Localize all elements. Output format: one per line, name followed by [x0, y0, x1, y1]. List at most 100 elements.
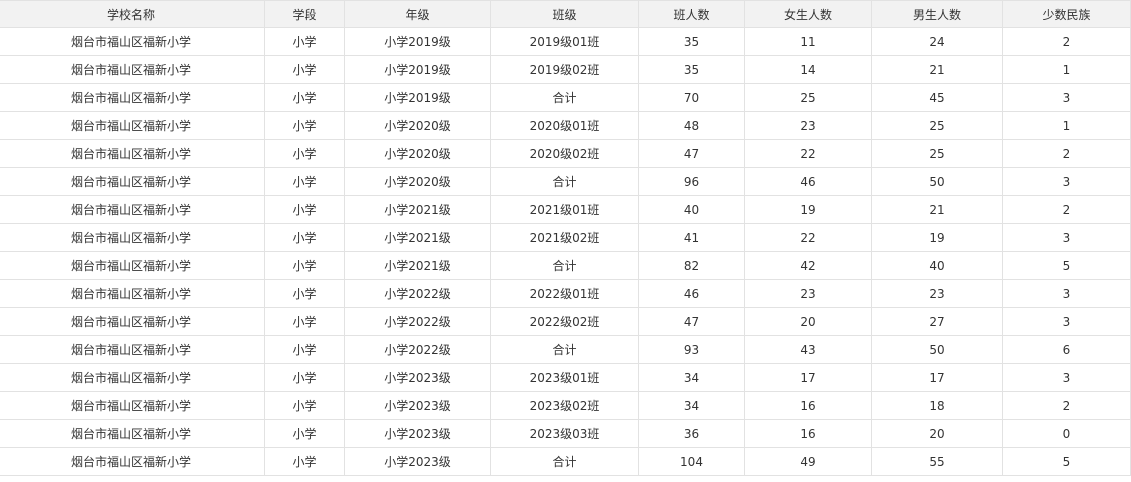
male-count-cell: 40 — [871, 251, 1003, 280]
table-row[interactable]: 烟台市福山区福新小学 小学 小学2020级 2020级02班 47 22 25 2 — [0, 139, 1131, 168]
table-row[interactable]: 烟台市福山区福新小学 小学 小学2021级 2021级01班 40 19 21 2 — [0, 195, 1131, 224]
class-cell: 2019级01班 — [490, 27, 639, 56]
male-count-cell: 20 — [871, 419, 1003, 448]
stage-cell: 小学 — [264, 391, 345, 420]
female-count-cell: 20 — [744, 307, 872, 336]
school-name-cell: 烟台市福山区福新小学 — [0, 27, 265, 56]
table-row[interactable]: 烟台市福山区福新小学 小学 小学2022级 合计 93 43 50 6 — [0, 335, 1131, 364]
class-size-cell: 104 — [638, 447, 745, 476]
male-count-cell: 23 — [871, 279, 1003, 308]
male-count-cell: 27 — [871, 307, 1003, 336]
female-count-cell: 25 — [744, 83, 872, 112]
grade-cell: 小学2021级 — [344, 223, 491, 252]
stage-cell: 小学 — [264, 363, 345, 392]
school-name-cell: 烟台市福山区福新小学 — [0, 111, 265, 140]
column-header-female-count[interactable]: 女生人数 — [744, 0, 872, 28]
female-count-cell: 23 — [744, 279, 872, 308]
grade-cell: 小学2019级 — [344, 27, 491, 56]
school-name-cell: 烟台市福山区福新小学 — [0, 447, 265, 476]
column-header-male-count[interactable]: 男生人数 — [871, 0, 1003, 28]
female-count-cell: 43 — [744, 335, 872, 364]
male-count-cell: 55 — [871, 447, 1003, 476]
ethnic-minority-cell: 5 — [1002, 251, 1131, 280]
column-header-stage[interactable]: 学段 — [264, 0, 345, 28]
school-name-cell: 烟台市福山区福新小学 — [0, 279, 265, 308]
table-row[interactable]: 烟台市福山区福新小学 小学 小学2023级 2023级03班 36 16 20 0 — [0, 419, 1131, 448]
data-grid: 学校名称 学段 年级 班级 班人数 女生人数 男生人数 少数民族 烟台市福山区福… — [0, 0, 1131, 482]
stage-cell: 小学 — [264, 307, 345, 336]
table-row[interactable]: 烟台市福山区福新小学 小学 小学2019级 合计 70 25 45 3 — [0, 83, 1131, 112]
stage-cell: 小学 — [264, 195, 345, 224]
table-row[interactable]: 烟台市福山区福新小学 小学 小学2022级 2022级02班 47 20 27 3 — [0, 307, 1131, 336]
ethnic-minority-cell: 3 — [1002, 307, 1131, 336]
table-row[interactable]: 烟台市福山区福新小学 小学 小学2021级 合计 82 42 40 5 — [0, 251, 1131, 280]
class-cell: 2020级01班 — [490, 111, 639, 140]
grade-cell: 小学2023级 — [344, 447, 491, 476]
ethnic-minority-cell: 0 — [1002, 419, 1131, 448]
female-count-cell: 16 — [744, 391, 872, 420]
stage-cell: 小学 — [264, 139, 345, 168]
school-name-cell: 烟台市福山区福新小学 — [0, 335, 265, 364]
ethnic-minority-cell: 1 — [1002, 55, 1131, 84]
table-row[interactable]: 烟台市福山区福新小学 小学 小学2019级 2019级02班 35 14 21 1 — [0, 55, 1131, 84]
stage-cell: 小学 — [264, 279, 345, 308]
class-cell: 合计 — [490, 447, 639, 476]
school-name-cell: 烟台市福山区福新小学 — [0, 419, 265, 448]
male-count-cell: 25 — [871, 139, 1003, 168]
table-row[interactable]: 烟台市福山区福新小学 小学 小学2020级 2020级01班 48 23 25 1 — [0, 111, 1131, 140]
class-cell: 2021级02班 — [490, 223, 639, 252]
class-cell: 合计 — [490, 167, 639, 196]
grade-cell: 小学2020级 — [344, 167, 491, 196]
column-header-grade[interactable]: 年级 — [344, 0, 491, 28]
class-size-cell: 48 — [638, 111, 745, 140]
grade-cell: 小学2020级 — [344, 139, 491, 168]
table-row[interactable]: 烟台市福山区福新小学 小学 小学2023级 2023级02班 34 16 18 2 — [0, 391, 1131, 420]
column-header-school-name[interactable]: 学校名称 — [0, 0, 265, 28]
table-row[interactable]: 烟台市福山区福新小学 小学 小学2022级 2022级01班 46 23 23 3 — [0, 279, 1131, 308]
class-size-cell: 46 — [638, 279, 745, 308]
class-cell: 2021级01班 — [490, 195, 639, 224]
male-count-cell: 19 — [871, 223, 1003, 252]
stage-cell: 小学 — [264, 27, 345, 56]
class-cell: 合计 — [490, 251, 639, 280]
female-count-cell: 11 — [744, 27, 872, 56]
grade-cell: 小学2019级 — [344, 55, 491, 84]
female-count-cell: 19 — [744, 195, 872, 224]
table-row[interactable]: 烟台市福山区福新小学 小学 小学2023级 2023级01班 34 17 17 3 — [0, 363, 1131, 392]
school-name-cell: 烟台市福山区福新小学 — [0, 195, 265, 224]
class-size-cell: 70 — [638, 83, 745, 112]
stage-cell: 小学 — [264, 83, 345, 112]
table-row[interactable]: 烟台市福山区福新小学 小学 小学2023级 合计 104 49 55 5 — [0, 447, 1131, 476]
column-header-class[interactable]: 班级 — [490, 0, 639, 28]
school-name-cell: 烟台市福山区福新小学 — [0, 251, 265, 280]
column-header-class-size[interactable]: 班人数 — [638, 0, 745, 28]
table-row[interactable]: 烟台市福山区福新小学 小学 小学2020级 合计 96 46 50 3 — [0, 167, 1131, 196]
class-size-cell: 36 — [638, 419, 745, 448]
class-cell: 2022级01班 — [490, 279, 639, 308]
class-cell: 合计 — [490, 83, 639, 112]
male-count-cell: 45 — [871, 83, 1003, 112]
stage-cell: 小学 — [264, 447, 345, 476]
table-row[interactable]: 烟台市福山区福新小学 小学 小学2021级 2021级02班 41 22 19 3 — [0, 223, 1131, 252]
class-size-cell: 47 — [638, 139, 745, 168]
ethnic-minority-cell: 3 — [1002, 279, 1131, 308]
school-name-cell: 烟台市福山区福新小学 — [0, 307, 265, 336]
grade-cell: 小学2023级 — [344, 419, 491, 448]
class-size-cell: 96 — [638, 167, 745, 196]
ethnic-minority-cell: 2 — [1002, 391, 1131, 420]
male-count-cell: 21 — [871, 55, 1003, 84]
ethnic-minority-cell: 2 — [1002, 195, 1131, 224]
column-header-ethnic-minority[interactable]: 少数民族 — [1002, 0, 1131, 28]
ethnic-minority-cell: 1 — [1002, 111, 1131, 140]
class-size-cell: 35 — [638, 27, 745, 56]
female-count-cell: 49 — [744, 447, 872, 476]
ethnic-minority-cell: 3 — [1002, 167, 1131, 196]
class-size-cell: 47 — [638, 307, 745, 336]
class-size-cell: 34 — [638, 391, 745, 420]
grade-cell: 小学2022级 — [344, 335, 491, 364]
grade-cell: 小学2023级 — [344, 363, 491, 392]
grade-cell: 小学2021级 — [344, 195, 491, 224]
class-cell: 2019级02班 — [490, 55, 639, 84]
class-statistics-table: 学校名称 学段 年级 班级 班人数 女生人数 男生人数 少数民族 烟台市福山区福… — [0, 0, 1131, 476]
table-row[interactable]: 烟台市福山区福新小学 小学 小学2019级 2019级01班 35 11 24 2 — [0, 27, 1131, 56]
